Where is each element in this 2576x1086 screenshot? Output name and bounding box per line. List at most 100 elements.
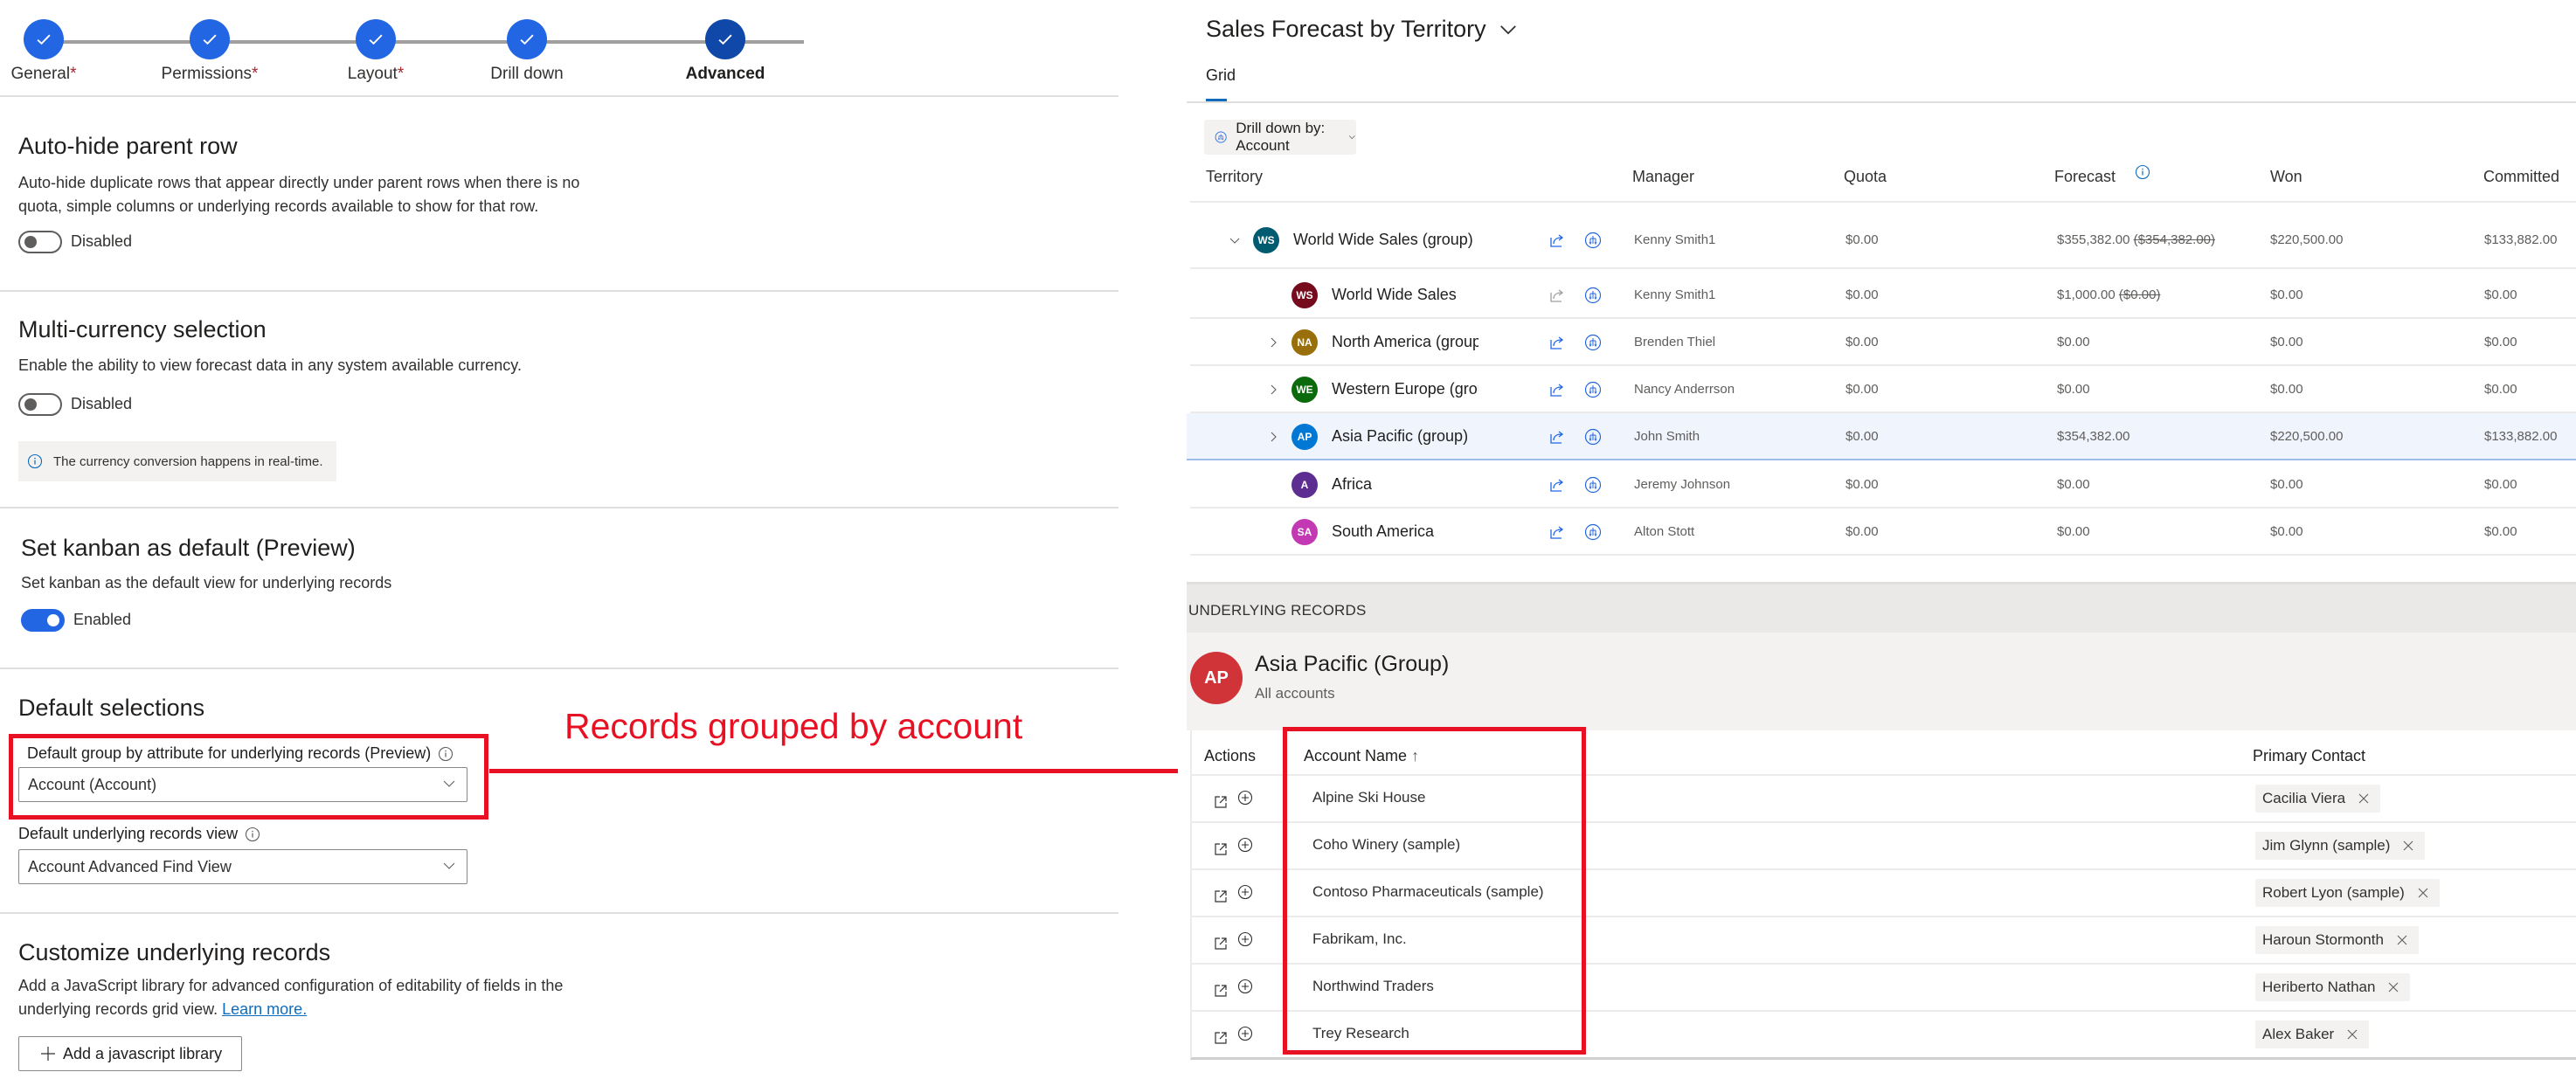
remove-icon[interactable] xyxy=(2346,1028,2358,1041)
chevron-down-icon[interactable] xyxy=(1229,234,1241,246)
column-header-committed[interactable]: Committed xyxy=(2483,168,2559,186)
territory-name[interactable]: World Wide Sales xyxy=(1332,286,1478,304)
add-icon[interactable] xyxy=(1237,884,1253,900)
remove-icon[interactable] xyxy=(2396,934,2408,946)
forecast-cell[interactable]: $0.00 xyxy=(2057,335,2090,349)
column-header-forecast[interactable]: Forecast xyxy=(2054,164,2150,186)
step-permissions[interactable]: Permissions* xyxy=(140,19,280,84)
drill-down-icon[interactable] xyxy=(1584,287,1602,304)
forecast-cell[interactable]: $0.00 xyxy=(2057,382,2090,397)
column-header-quota[interactable]: Quota xyxy=(1844,168,1887,186)
share-icon[interactable] xyxy=(1548,476,1566,494)
territory-name[interactable]: South America xyxy=(1332,522,1478,541)
required-marker: * xyxy=(252,65,259,83)
primary-contact-chip[interactable]: Alex Baker xyxy=(2255,1020,2370,1048)
remove-icon[interactable] xyxy=(2387,981,2399,993)
drill-down-button[interactable]: Drill down by: Account xyxy=(1204,120,1356,155)
open-record-icon[interactable] xyxy=(1213,1030,1229,1046)
forecast-title[interactable]: Sales Forecast by Territory xyxy=(1206,16,1518,43)
step-drill-down[interactable]: Drill down xyxy=(457,19,597,84)
multi-currency-toggle[interactable] xyxy=(18,393,62,416)
territory-name[interactable]: World Wide Sales (group) xyxy=(1293,231,1477,249)
territory-row[interactable]: A Africa Jeremy Johnson $0.00 $0.00 $0.00 $0.… xyxy=(1187,461,2576,508)
quota-cell[interactable]: $0.00 xyxy=(1845,382,1879,397)
chevron-right-icon[interactable] xyxy=(1267,384,1279,396)
chevron-right-icon[interactable] xyxy=(1267,431,1279,443)
add-icon[interactable] xyxy=(1237,837,1253,853)
add-icon[interactable] xyxy=(1237,790,1253,806)
committed-cell: $0.00 xyxy=(2484,477,2517,492)
primary-contact-chip[interactable]: Heriberto Nathan xyxy=(2255,973,2411,1001)
step-layout[interactable]: Layout* xyxy=(306,19,446,84)
territory-row[interactable]: WS World Wide Sales (group) Kenny Smith1 $0… xyxy=(1187,211,2576,269)
share-icon[interactable] xyxy=(1548,381,1566,398)
add-icon[interactable] xyxy=(1237,1026,1253,1041)
territory-row[interactable]: WE Western Europe (group) Nancy Anderrson $… xyxy=(1187,366,2576,413)
learn-more-link[interactable]: Learn more. xyxy=(222,1000,307,1018)
divider xyxy=(0,668,1118,669)
chevron-right-icon[interactable] xyxy=(1267,336,1279,349)
open-record-icon[interactable] xyxy=(1213,841,1229,857)
drill-down-icon[interactable] xyxy=(1584,334,1602,351)
chevron-down-icon xyxy=(443,862,455,869)
drill-down-icon[interactable] xyxy=(1584,476,1602,494)
quota-cell[interactable]: $0.00 xyxy=(1845,429,1879,444)
forecast-cell[interactable]: $355,382.00 ($354,382.00) xyxy=(2057,232,2215,247)
drill-down-icon[interactable] xyxy=(1584,232,1602,249)
add-javascript-library-button[interactable]: Add a javascript library xyxy=(18,1036,243,1071)
share-icon[interactable] xyxy=(1548,428,1566,446)
forecast-cell[interactable]: $354,382.00 xyxy=(2057,429,2129,444)
remove-icon[interactable] xyxy=(2358,792,2370,805)
territory-row[interactable]: SA South America Alton Stott $0.00 $0.00 $0.… xyxy=(1187,508,2576,556)
primary-contact-chip[interactable]: Jim Glynn (sample) xyxy=(2255,832,2426,860)
quota-cell[interactable]: $0.00 xyxy=(1845,524,1879,539)
quota-cell[interactable]: $0.00 xyxy=(1845,287,1879,302)
step-advanced[interactable]: Advanced xyxy=(655,19,795,84)
territory-name[interactable]: Africa xyxy=(1332,475,1478,494)
column-header-won[interactable]: Won xyxy=(2270,168,2302,186)
annotation-box-group-by xyxy=(9,734,488,820)
remove-icon[interactable] xyxy=(2417,887,2429,899)
manager-cell: Kenny Smith1 xyxy=(1634,287,1716,302)
committed-cell: $133,882.00 xyxy=(2484,232,2558,247)
territory-name[interactable]: North America (group) xyxy=(1332,333,1478,351)
drill-down-icon[interactable] xyxy=(1584,428,1602,446)
step-general[interactable]: General* xyxy=(0,19,114,84)
open-record-icon[interactable] xyxy=(1213,889,1229,904)
add-icon[interactable] xyxy=(1237,931,1253,947)
primary-contact-chip[interactable]: Haroun Stormonth xyxy=(2255,926,2419,954)
drill-down-icon[interactable] xyxy=(1584,523,1602,541)
territory-row[interactable]: NA North America (group) Brenden Thiel $0.0… xyxy=(1187,319,2576,366)
remove-icon[interactable] xyxy=(2402,840,2414,852)
forecast-cell[interactable]: $0.00 xyxy=(2057,477,2090,492)
quota-cell[interactable]: $0.00 xyxy=(1845,335,1879,349)
forecast-cell[interactable]: $0.00 xyxy=(2057,524,2090,539)
open-record-icon[interactable] xyxy=(1213,936,1229,951)
forecast-cell[interactable]: $1,000.00 ($0.00) xyxy=(2057,287,2160,302)
share-icon[interactable] xyxy=(1548,232,1566,249)
drill-down-icon[interactable] xyxy=(1584,381,1602,398)
territory-row[interactable]: WS World Wide Sales Kenny Smith1 $0.00 $1,00… xyxy=(1187,272,2576,319)
quota-cell[interactable]: $0.00 xyxy=(1845,477,1879,492)
primary-contact-chip[interactable]: Cacilia Viera xyxy=(2255,785,2381,813)
check-icon xyxy=(190,19,230,59)
tab-grid[interactable]: Grid xyxy=(1206,66,1236,85)
add-icon[interactable] xyxy=(1237,979,1253,994)
territory-name[interactable]: Asia Pacific (group) xyxy=(1332,427,1478,446)
territory-name[interactable]: Western Europe (group) xyxy=(1332,380,1478,398)
open-record-icon[interactable] xyxy=(1213,983,1229,999)
column-header-territory[interactable]: Territory xyxy=(1206,168,1263,186)
column-header-manager[interactable]: Manager xyxy=(1632,168,1694,186)
auto-hide-toggle[interactable] xyxy=(18,231,62,253)
quota-cell[interactable]: $0.00 xyxy=(1845,232,1879,247)
kanban-toggle[interactable] xyxy=(21,609,65,632)
info-icon[interactable] xyxy=(245,827,260,842)
territory-row[interactable]: AP Asia Pacific (group) John Smith $0.00 $35… xyxy=(1187,413,2576,460)
underlying-view-select[interactable]: Account Advanced Find View xyxy=(18,849,467,884)
info-icon[interactable] xyxy=(2135,164,2150,180)
share-icon[interactable] xyxy=(1548,334,1566,351)
primary-contact-chip[interactable]: Robert Lyon (sample) xyxy=(2255,879,2440,907)
column-header-primary-contact[interactable]: Primary Contact xyxy=(2253,747,2365,765)
share-icon[interactable] xyxy=(1548,523,1566,541)
open-record-icon[interactable] xyxy=(1213,794,1229,810)
